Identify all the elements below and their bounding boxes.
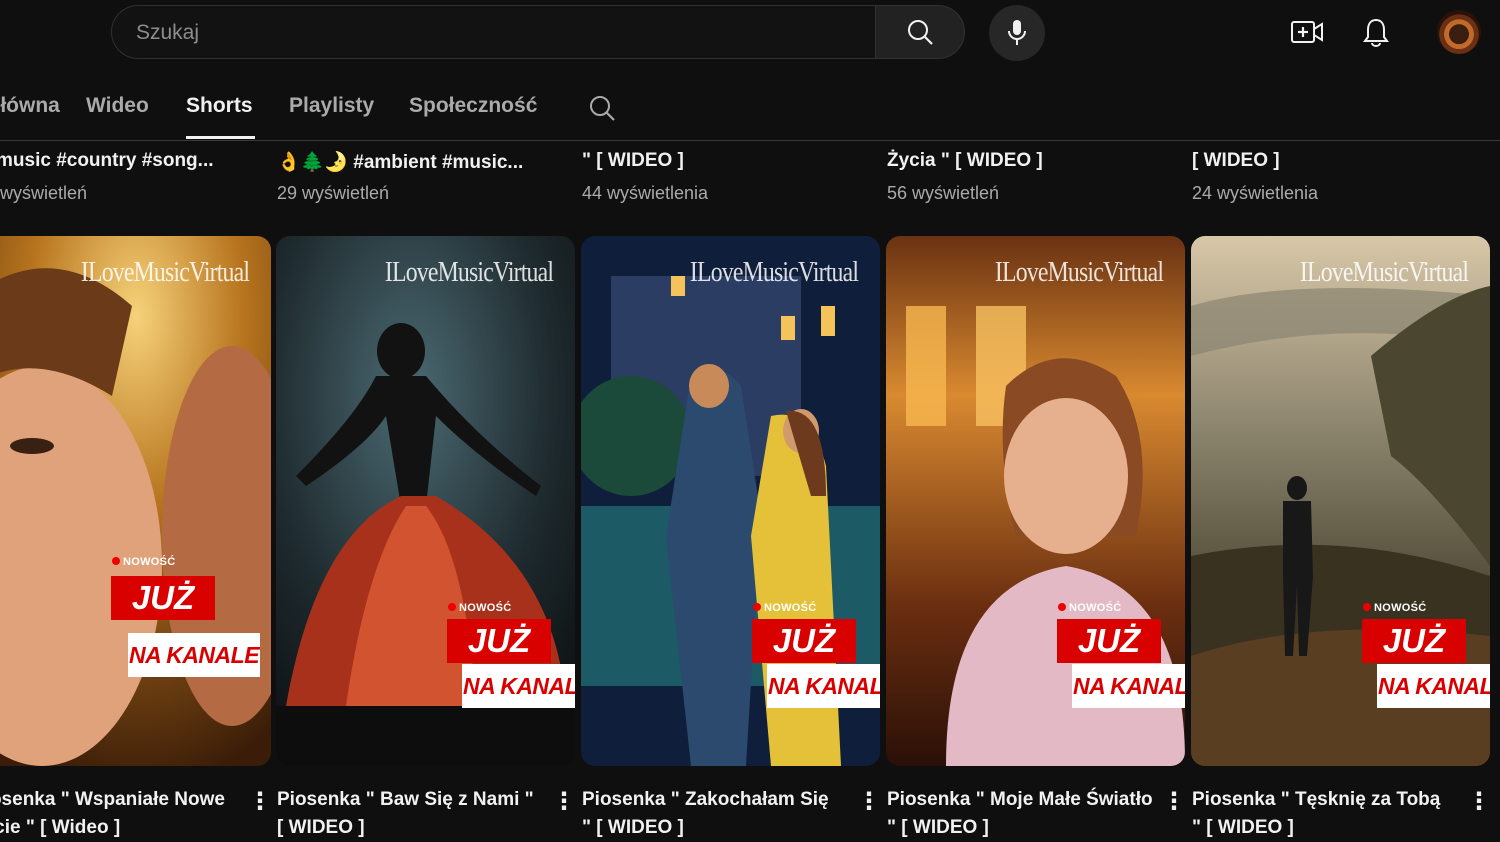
view-count: wyświetleń xyxy=(0,183,88,203)
channel-tabs: Główna Wideo Shorts Playlisty Społecznoś… xyxy=(0,84,1500,140)
channel-watermark: ILoveMusicVirtual xyxy=(1299,256,1469,288)
tab-home[interactable]: Główna xyxy=(0,94,60,118)
short-title[interactable]: music #country #song... xyxy=(0,150,214,172)
juz-badge: JUŻ xyxy=(1362,619,1466,663)
short-title[interactable]: Piosenka " Zakochałam Się " [ WIDEO ] xyxy=(582,786,842,842)
view-count: 44 wyświetlenia xyxy=(582,183,709,203)
avatar[interactable] xyxy=(1437,10,1481,54)
na-kanale-badge: NA KANALE xyxy=(128,633,260,677)
create-button[interactable] xyxy=(1289,14,1325,50)
new-badge: NOWOŚĆ xyxy=(1363,602,1427,614)
tab-community[interactable]: Społeczność xyxy=(409,94,537,118)
short-title[interactable]: " [ WIDEO ] xyxy=(582,150,684,172)
thumbnail-image xyxy=(0,236,271,766)
view-count: 29 wyświetleń xyxy=(277,183,390,203)
channel-watermark: ILoveMusicVirtual xyxy=(994,256,1164,288)
short-title[interactable]: Życia " [ WIDEO ] xyxy=(887,150,1043,172)
more-options-button[interactable]: ⋮ xyxy=(857,787,881,816)
view-count: 56 wyświetleń xyxy=(887,183,1000,203)
tab-playlists[interactable]: Playlisty xyxy=(289,94,374,118)
search-button[interactable] xyxy=(875,5,965,59)
notifications-button[interactable] xyxy=(1358,14,1394,50)
tab-videos[interactable]: Wideo xyxy=(86,94,149,118)
voice-search-button[interactable] xyxy=(989,5,1045,61)
short-title[interactable]: [ WIDEO ] xyxy=(1192,150,1280,172)
short-thumbnail[interactable]: ILoveMusicVirtual NOWOŚĆ JUŻ NA KANALE xyxy=(886,236,1185,766)
short-title[interactable]: 👌🌲🌛 #ambient #music... xyxy=(277,150,523,174)
more-options-button[interactable]: ⋮ xyxy=(1467,787,1491,816)
na-kanale-badge: NA KANALE xyxy=(1072,664,1185,708)
tab-shorts[interactable]: Shorts xyxy=(186,94,253,118)
na-kanale-badge: NA KANALE xyxy=(462,664,575,708)
short-title[interactable]: Piosenka " Tęsknię za Tobą " [ WIDEO ] xyxy=(1192,786,1452,842)
short-thumbnail[interactable]: ILoveMusicVirtual NOWOŚĆ JUŻ NA KANALE xyxy=(0,236,271,766)
new-badge: NOWOŚĆ xyxy=(448,602,512,614)
more-options-button[interactable]: ⋮ xyxy=(248,787,272,816)
short-title[interactable]: Piosenka " Wspaniałe Nowe Życie " [ Wide… xyxy=(0,786,234,842)
view-count: 24 wyświetlenia xyxy=(1192,183,1319,203)
juz-badge: JUŻ xyxy=(1057,619,1161,663)
search-input[interactable] xyxy=(134,6,858,60)
search-box xyxy=(111,5,875,60)
na-kanale-badge: NA KANALE xyxy=(767,664,880,708)
more-options-button[interactable]: ⋮ xyxy=(1162,787,1186,816)
masthead xyxy=(0,0,1500,66)
channel-watermark: ILoveMusicVirtual xyxy=(384,256,554,288)
new-badge: NOWOŚĆ xyxy=(1058,602,1122,614)
juz-badge: JUŻ xyxy=(752,619,856,663)
divider xyxy=(0,140,1500,141)
active-tab-indicator xyxy=(186,136,255,139)
new-badge: NOWOŚĆ xyxy=(112,556,176,568)
short-title[interactable]: Piosenka " Moje Małe Światło " [ WIDEO ] xyxy=(887,786,1155,842)
channel-search-button[interactable] xyxy=(588,94,616,122)
channel-watermark: ILoveMusicVirtual xyxy=(80,256,250,288)
mic-icon xyxy=(1006,19,1028,47)
short-title[interactable]: Piosenka " Baw Się z Nami " [ WIDEO ] xyxy=(277,786,537,842)
juz-badge: JUŻ xyxy=(111,576,215,620)
short-thumbnail[interactable]: ILoveMusicVirtual NOWOŚĆ JUŻ NA KANALE xyxy=(1191,236,1490,766)
na-kanale-badge: NA KANALE xyxy=(1377,664,1490,708)
short-thumbnail[interactable]: ILoveMusicVirtual NOWOŚĆ JUŻ NA KANALE xyxy=(276,236,575,766)
search-icon xyxy=(906,18,934,46)
channel-watermark: ILoveMusicVirtual xyxy=(689,256,859,288)
search-icon xyxy=(588,94,616,122)
juz-badge: JUŻ xyxy=(447,619,551,663)
new-badge: NOWOŚĆ xyxy=(753,602,817,614)
more-options-button[interactable]: ⋮ xyxy=(552,787,576,816)
bell-icon xyxy=(1362,17,1390,47)
short-thumbnail[interactable]: ILoveMusicVirtual NOWOŚĆ JUŻ NA KANALE xyxy=(581,236,880,766)
create-video-icon xyxy=(1290,19,1324,45)
